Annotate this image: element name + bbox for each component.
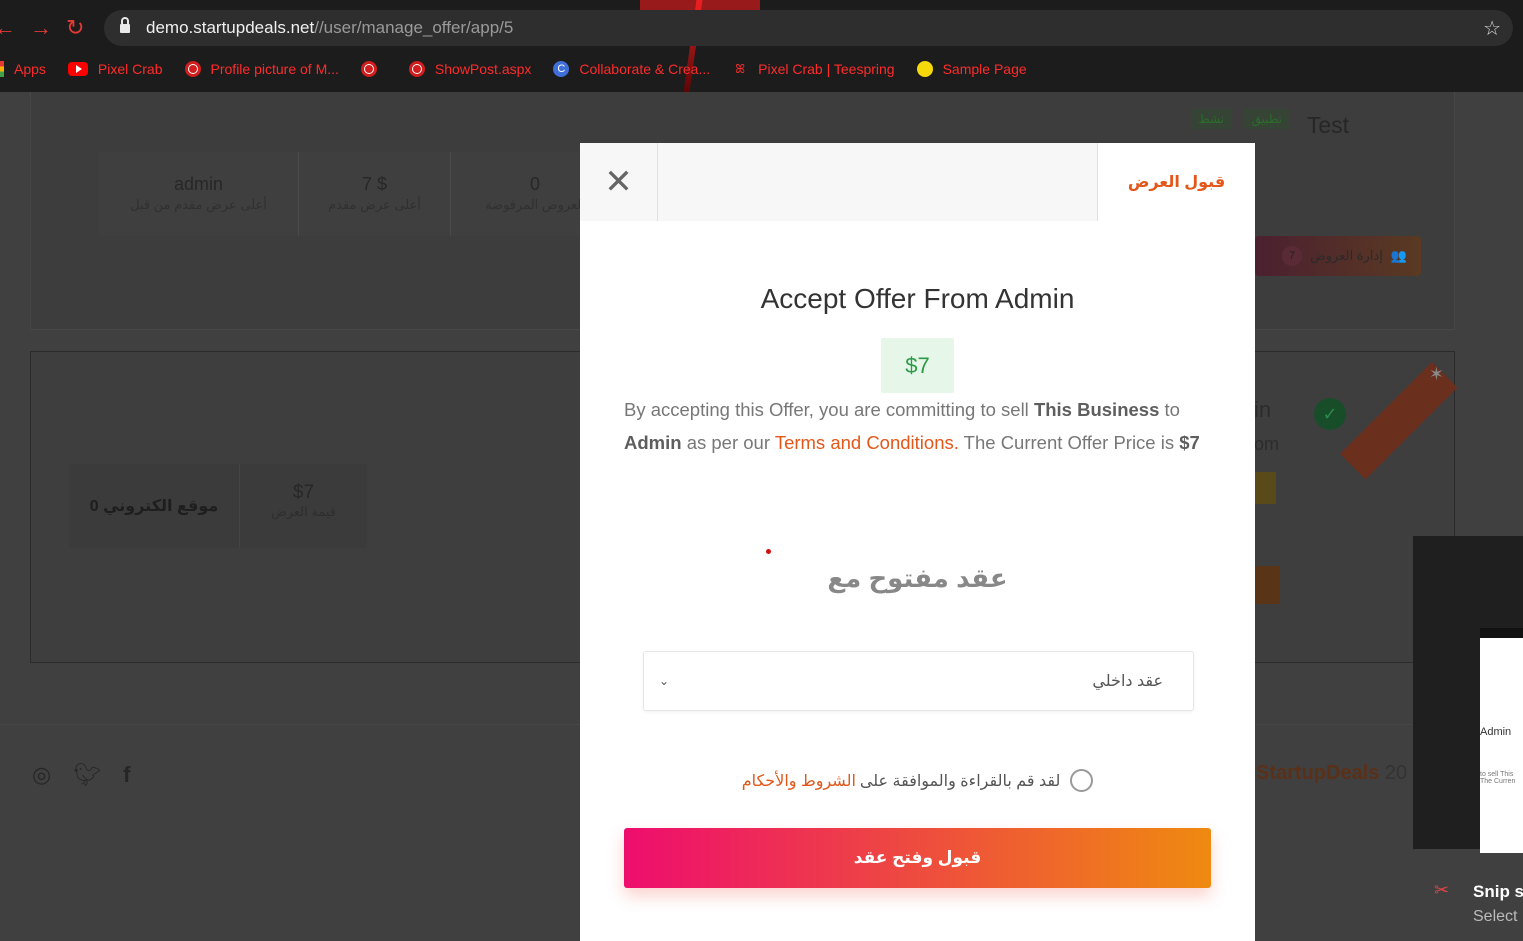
accept-open-contract-button[interactable]: قبول وفتح عقد	[624, 828, 1211, 888]
listing-owner-name: in	[1254, 397, 1272, 422]
listing-badge	[1254, 472, 1276, 504]
page-title: Test	[1306, 112, 1349, 138]
chevron-down-icon: ⌄	[658, 674, 670, 688]
url-text[interactable]: demo.startupdeals.net//user/manage_offer…	[146, 18, 513, 38]
lock-icon	[120, 17, 130, 34]
tab-accept-offer[interactable]: قبول العرض	[1097, 143, 1255, 221]
red-dot	[766, 549, 771, 554]
facebook-icon[interactable]: f	[123, 762, 130, 788]
instagram-icon[interactable]: ◎	[32, 762, 51, 788]
star-icon: ✶	[1428, 364, 1444, 384]
agree-radio[interactable]	[1070, 769, 1094, 792]
youtube-icon	[67, 62, 88, 76]
address-bar[interactable]: demo.startupdeals.net//user/manage_offer…	[104, 10, 1513, 46]
forward-icon[interactable]: →	[30, 16, 52, 40]
globe-icon	[184, 61, 201, 77]
stat-top-offer: 7 $ أعلى عرض مقدم	[299, 152, 451, 236]
snip-thumbnail[interactable]: Admin to sell This The Curren	[1480, 628, 1523, 853]
listing-action-button[interactable]	[1254, 566, 1280, 604]
agree-label: لقد قم بالقراءة والموافقة على	[859, 772, 1061, 790]
offer-price: $7	[881, 338, 954, 393]
listing-owner-sub: om	[1254, 434, 1280, 454]
accept-offer-modal: ✕ قبول العرض Accept Offer From Admin $7 …	[580, 143, 1255, 941]
sun-icon	[916, 61, 933, 77]
modal-title: Accept Offer From Admin	[760, 283, 1075, 314]
bookmark-pixel-crab[interactable]: Pixel Crab	[67, 61, 163, 77]
browser-chrome: ← → ↻ demo.startupdeals.net//user/manage…	[0, 0, 1523, 92]
contract-type-select[interactable]: ⌄ عقد داخلي	[643, 651, 1194, 711]
users-icon: 👥	[1390, 248, 1407, 263]
social-links: ◎ 🐦︎ f	[32, 762, 130, 788]
bookmark-sample-page[interactable]: Sample Page	[916, 61, 1027, 77]
reload-icon[interactable]: ↻	[66, 16, 84, 40]
back-icon[interactable]: ←	[0, 16, 16, 40]
twitter-icon[interactable]: 🐦︎	[73, 762, 101, 788]
bookmark-untitled[interactable]	[360, 61, 387, 77]
offer-terms-text: By accepting this Offer, you are committ…	[624, 399, 1200, 453]
status-badge: نشط	[1190, 109, 1232, 129]
terms-link-ar[interactable]: الشروط والأحكام	[742, 771, 856, 791]
contract-heading: عقد مفتوح مع	[827, 563, 1008, 593]
snip-app-icon: ✂	[1434, 880, 1450, 900]
modal-header: ✕ قبول العرض	[580, 143, 1255, 221]
terms-agreement: لقد قم بالقراءة والموافقة على الشروط وال…	[580, 769, 1255, 792]
teespring-icon: ꕤ	[735, 62, 746, 76]
bookmark-collaborate[interactable]: C Collaborate & Crea...	[553, 61, 710, 77]
offers-count-badge: 7	[1282, 246, 1303, 266]
snip-subtitle: Select	[1473, 908, 1518, 925]
c-icon: C	[553, 61, 570, 77]
bookmark-teespring[interactable]: ꕤ Pixel Crab | Teespring	[732, 61, 894, 77]
terms-link[interactable]: Terms and Conditions.	[775, 432, 959, 453]
globe-icon	[360, 61, 377, 77]
offer-stats: admin أعلى عرض مقدم من قبل 7 $ أعلى عرض …	[99, 152, 619, 236]
stat-top-bidder: admin أعلى عرض مقدم من قبل	[99, 152, 299, 236]
globe-icon	[408, 61, 425, 77]
bookmark-profile-picture[interactable]: Profile picture of M...	[184, 61, 339, 77]
listing-type: 0 موقع الكتروني	[89, 498, 219, 515]
footer-brand: StartupDeals 20	[1256, 762, 1408, 784]
contract-type-value: عقد داخلي	[1092, 673, 1163, 690]
verified-check-icon: ✓	[1314, 398, 1346, 430]
close-icon[interactable]: ✕	[580, 143, 658, 221]
listing-offer-value: $7 قيمة العرض	[239, 464, 367, 548]
snip-title: Snip s	[1473, 882, 1523, 901]
manage-offers-button[interactable]: 7 إدارة العروض 👥	[1255, 236, 1421, 276]
bookmark-apps[interactable]: Apps	[0, 61, 46, 77]
bookmark-star-icon[interactable]: ☆	[1483, 16, 1501, 41]
wallpaper-streak	[640, 0, 760, 10]
bookmarks-bar: Apps Pixel Crab Profile picture of M... …	[0, 56, 1049, 82]
bookmark-showpost[interactable]: ShowPost.aspx	[408, 61, 531, 77]
type-badge: تطبيق	[1243, 109, 1290, 129]
apps-icon	[0, 61, 4, 77]
listing-stats: 0 موقع الكتروني $7 قيمة العرض	[69, 464, 367, 548]
